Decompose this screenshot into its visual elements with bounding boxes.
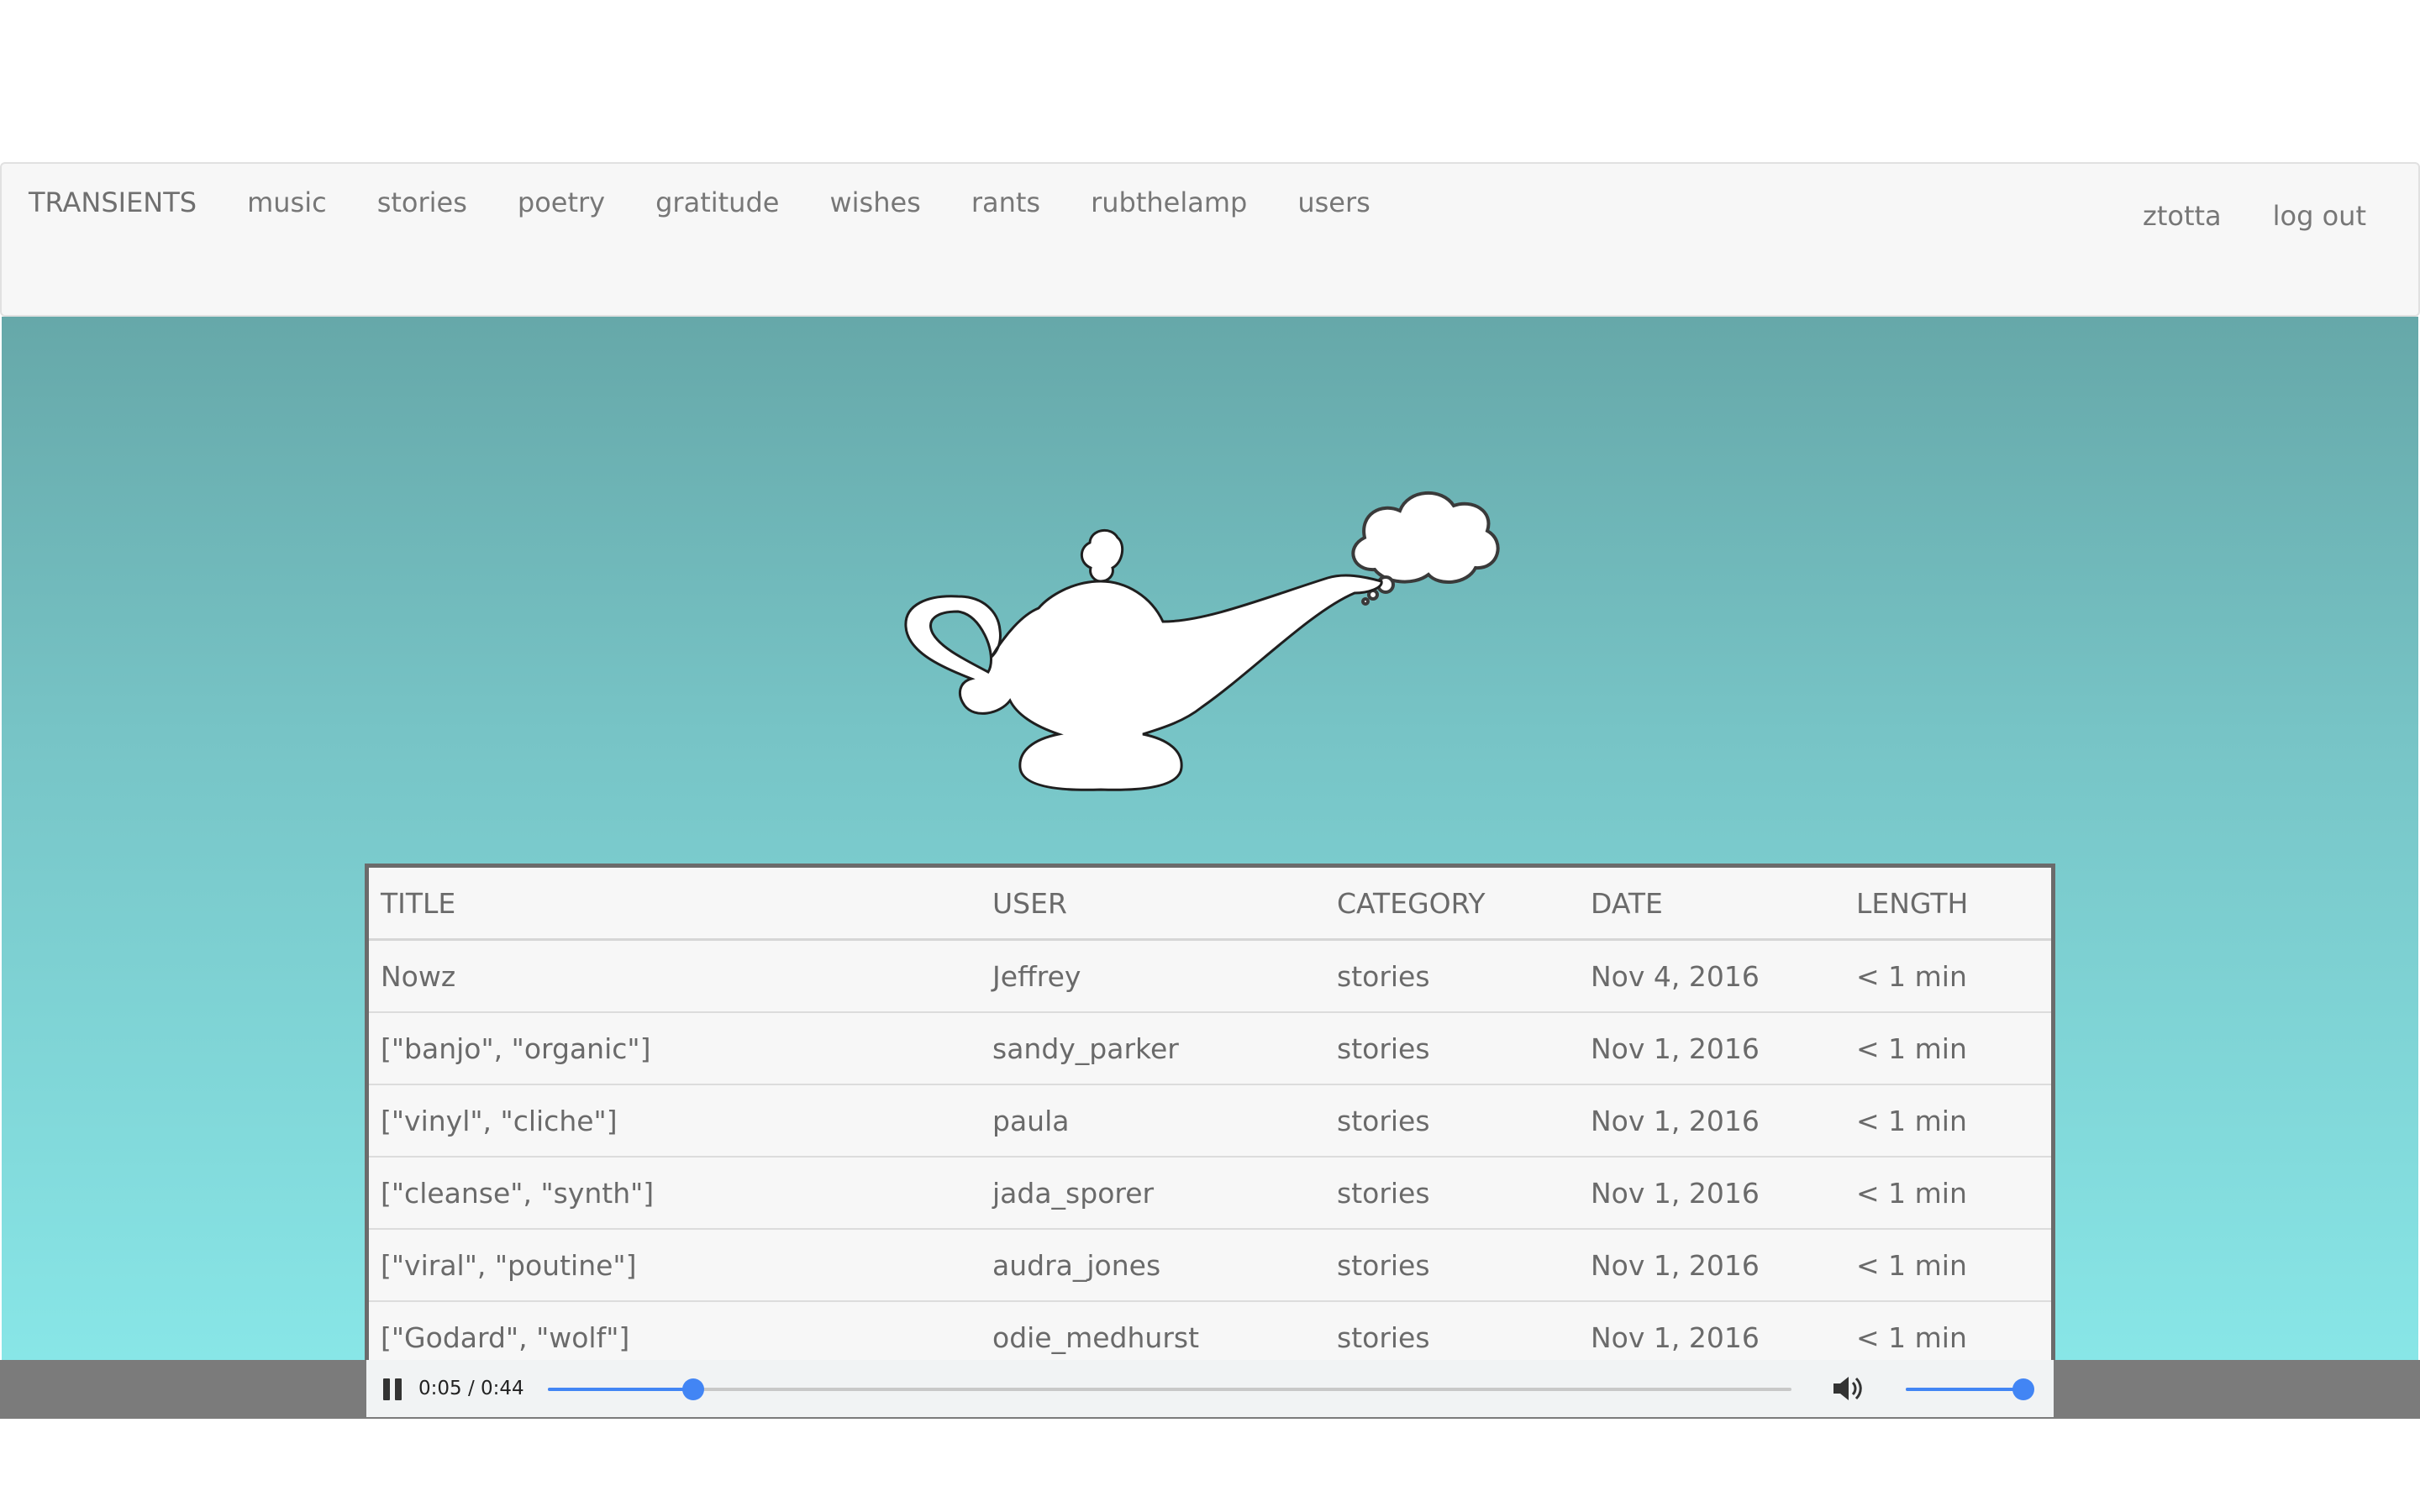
table-header-row: TITLE USER CATEGORY DATE LENGTH [369, 868, 2051, 941]
cell-date: Nov 1, 2016 [1579, 1229, 1844, 1302]
cell-category: stories [1325, 1229, 1579, 1302]
volume-icon[interactable] [1830, 1373, 1864, 1404]
logout-link[interactable]: log out [2273, 199, 2366, 233]
cell-date: Nov 1, 2016 [1579, 1157, 1844, 1230]
magic-lamp-icon[interactable] [874, 470, 1521, 832]
recordings-table: TITLE USER CATEGORY DATE LENGTH Nowz Jef… [369, 868, 2051, 1373]
cell-title: ["viral", "poutine"] [369, 1229, 981, 1302]
recordings-table-panel: TITLE USER CATEGORY DATE LENGTH Nowz Jef… [365, 864, 2055, 1361]
volume-fill [1906, 1388, 2023, 1391]
cell-length: < 1 min [1844, 1012, 2051, 1085]
nav-link-rants[interactable]: rants [971, 186, 1040, 219]
table-row[interactable]: ["banjo", "organic"] sandy_parker storie… [369, 1012, 2051, 1085]
cell-title: ["banjo", "organic"] [369, 1012, 981, 1085]
cell-date: Nov 1, 2016 [1579, 1012, 1844, 1085]
brand-link[interactable]: TRANSIENTS [29, 186, 197, 219]
pause-icon[interactable] [381, 1377, 407, 1402]
cell-category: stories [1325, 1157, 1579, 1230]
cell-date: Nov 1, 2016 [1579, 1084, 1844, 1158]
nav-link-poetry[interactable]: poetry [518, 186, 605, 219]
cell-user: jada_sporer [981, 1157, 1325, 1230]
cell-user: audra_jones [981, 1229, 1325, 1302]
volume-slider[interactable] [1906, 1378, 2034, 1400]
playback-time: 0:05 / 0:44 [418, 1378, 524, 1399]
cell-date: Nov 4, 2016 [1579, 939, 1844, 1013]
column-header-category[interactable]: CATEGORY [1325, 868, 1579, 941]
table-row[interactable]: Nowz Jeffrey stories Nov 4, 2016 < 1 min [369, 939, 2051, 1013]
cell-title: Nowz [369, 939, 981, 1013]
nav-link-stories[interactable]: stories [377, 186, 467, 219]
cell-length: < 1 min [1844, 1229, 2051, 1302]
column-header-title[interactable]: TITLE [369, 868, 981, 941]
cell-category: stories [1325, 1012, 1579, 1085]
volume-thumb[interactable] [2012, 1378, 2034, 1400]
nav-links: TRANSIENTS music stories poetry gratitud… [29, 186, 1370, 219]
cell-category: stories [1325, 939, 1579, 1013]
cell-length: < 1 min [1844, 1084, 2051, 1158]
nav-user-area: ztotta log out [2143, 199, 2366, 233]
seek-thumb[interactable] [682, 1378, 705, 1400]
cell-title: ["vinyl", "cliche"] [369, 1084, 981, 1158]
cell-user: paula [981, 1084, 1325, 1158]
username-link[interactable]: ztotta [2143, 199, 2222, 233]
column-header-length[interactable]: LENGTH [1844, 868, 2051, 941]
cell-category: stories [1325, 1084, 1579, 1158]
table-row[interactable]: ["vinyl", "cliche"] paula stories Nov 1,… [369, 1084, 2051, 1158]
cell-user: Jeffrey [981, 939, 1325, 1013]
nav-link-rubthelamp[interactable]: rubthelamp [1091, 186, 1247, 219]
column-header-user[interactable]: USER [981, 868, 1325, 941]
nav-link-music[interactable]: music [247, 186, 327, 219]
seek-slider[interactable] [548, 1378, 1791, 1400]
table-row[interactable]: ["viral", "poutine"] audra_jones stories… [369, 1229, 2051, 1302]
top-navbar: TRANSIENTS music stories poetry gratitud… [0, 162, 2420, 317]
column-header-date[interactable]: DATE [1579, 868, 1844, 941]
cell-length: < 1 min [1844, 939, 2051, 1013]
seek-progress-fill [548, 1388, 694, 1391]
nav-link-users[interactable]: users [1297, 186, 1370, 219]
nav-link-gratitude[interactable]: gratitude [655, 186, 779, 219]
table-row[interactable]: ["cleanse", "synth"] jada_sporer stories… [369, 1157, 2051, 1230]
nav-link-wishes[interactable]: wishes [829, 186, 920, 219]
cell-title: ["cleanse", "synth"] [369, 1157, 981, 1230]
cell-length: < 1 min [1844, 1157, 2051, 1230]
audio-player: 0:05 / 0:44 [366, 1360, 2054, 1417]
page: TRANSIENTS music stories poetry gratitud… [0, 0, 2420, 1512]
cell-user: sandy_parker [981, 1012, 1325, 1085]
